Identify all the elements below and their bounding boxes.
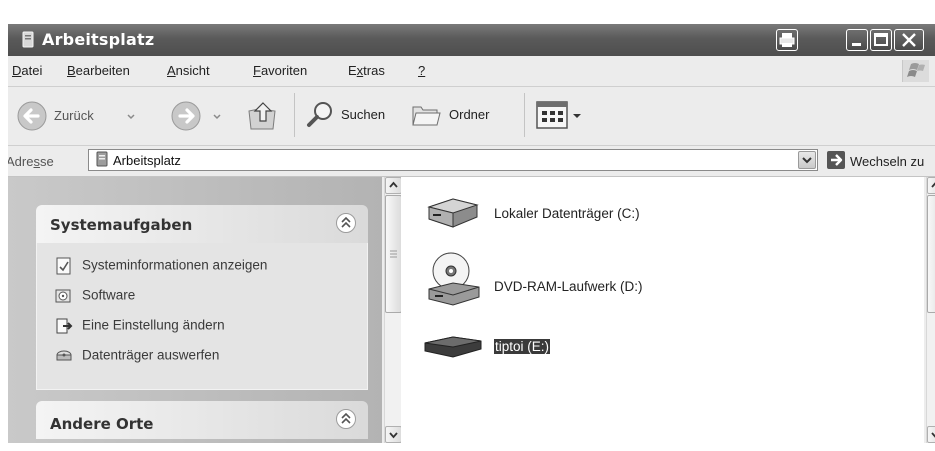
task-change-setting[interactable]: Eine Einstellung ändern <box>55 317 225 335</box>
other-places-header[interactable]: Andere Orte <box>36 401 368 439</box>
toolbar: Zurück Suchen Ordner <box>8 87 935 146</box>
task-eject-media[interactable]: Datenträger auswerfen <box>55 347 219 365</box>
menu-datei[interactable]: Datei <box>12 63 42 78</box>
search-button[interactable]: Suchen <box>305 99 403 131</box>
scroll-up-button[interactable] <box>927 177 935 194</box>
chevron-down-icon <box>389 432 398 439</box>
chevron-down-icon <box>573 114 581 118</box>
maximize-icon <box>874 33 888 46</box>
drive-list: Lokaler Datenträger (C:) DVD-RAM-Laufwer… <box>401 177 924 443</box>
menu-ansicht[interactable]: Ansicht <box>167 63 210 78</box>
chevron-down-icon <box>127 114 135 120</box>
removable-drive-icon <box>424 336 482 358</box>
menu-bar: Datei Bearbeiten Ansicht Favoriten Extra… <box>8 56 935 87</box>
search-label: Suchen <box>341 107 386 122</box>
grip-icon <box>390 250 397 258</box>
folders-icon <box>412 106 441 126</box>
folders-button[interactable]: Ordner <box>410 99 510 131</box>
minimize-icon <box>852 43 861 46</box>
toolbar-separator <box>524 93 525 137</box>
collapse-button[interactable] <box>336 409 356 429</box>
minimize-button[interactable] <box>846 29 868 51</box>
other-places-panel: Andere Orte <box>36 401 368 439</box>
drive-label: Lokaler Datenträger (C:) <box>494 206 640 221</box>
chevron-down-icon <box>213 114 221 120</box>
menu-help[interactable]: ? <box>418 63 425 78</box>
print-button[interactable] <box>776 29 798 51</box>
scroll-thumb[interactable] <box>927 195 935 313</box>
menu-favoriten[interactable]: Favoriten <box>253 63 307 78</box>
eject-icon <box>56 350 72 361</box>
chevron-down-icon <box>802 157 812 164</box>
folder-up-icon <box>248 102 276 130</box>
drive-item[interactable]: DVD-RAM-Laufwerk (D:) <box>423 249 683 307</box>
task-label: Eine Einstellung ändern <box>82 317 225 333</box>
task-pane: Systemaufgaben Systeminformationen anzei… <box>8 177 382 443</box>
drive-label-selected: tiptoi (E:) <box>494 339 551 354</box>
system-tasks-body: Systeminformationen anzeigen Software Ei… <box>36 243 368 390</box>
title-bar[interactable]: Arbeitsplatz <box>8 24 935 56</box>
toolbar-separator <box>294 93 295 137</box>
collapse-chevron-icon <box>341 412 351 424</box>
system-tasks-title: Systemaufgaben <box>50 216 193 234</box>
folders-label: Ordner <box>449 107 490 122</box>
task-label: Systeminformationen anzeigen <box>82 257 268 273</box>
drive-label: DVD-RAM-Laufwerk (D:) <box>494 279 643 294</box>
views-button[interactable] <box>536 101 584 131</box>
system-tasks-header[interactable]: Systemaufgaben <box>36 205 368 243</box>
menu-bearbeiten[interactable]: Bearbeiten <box>67 63 130 78</box>
back-arrow-icon <box>17 101 47 131</box>
my-computer-icon <box>22 31 34 48</box>
settings-change-icon <box>56 318 73 334</box>
address-bar: Adresse Arbeitsplatz Wechseln zu <box>8 146 935 177</box>
window-title: Arbeitsplatz <box>42 30 155 49</box>
task-system-info[interactable]: Systeminformationen anzeigen <box>55 257 267 275</box>
my-computer-icon <box>96 151 108 167</box>
go-button[interactable]: Wechseln zu <box>826 150 935 172</box>
drive-item[interactable]: Lokaler Datenträger (C:) <box>423 193 683 233</box>
dvd-drive-icon <box>428 252 480 306</box>
task-pane-scrollbar[interactable] <box>384 177 402 443</box>
task-label: Software <box>82 287 136 303</box>
hard-disk-icon <box>427 198 479 228</box>
menu-extras[interactable]: Extras <box>348 63 385 78</box>
explorer-window: Arbeitsplatz Datei Bearbeiten Ansicht Fa… <box>8 24 935 443</box>
task-label: Datenträger auswerfen <box>82 347 220 363</box>
address-label: Adresse <box>8 154 54 169</box>
up-folder-button[interactable] <box>245 97 281 133</box>
system-info-icon <box>56 257 71 275</box>
back-label: Zurück <box>54 108 94 123</box>
address-input[interactable]: Arbeitsplatz <box>88 149 818 171</box>
chevron-up-icon <box>389 181 398 188</box>
scroll-thumb[interactable] <box>385 195 402 313</box>
address-dropdown-button[interactable] <box>798 151 816 169</box>
chevron-down-icon <box>931 432 935 438</box>
content-scrollbar[interactable] <box>926 177 935 443</box>
search-icon <box>307 102 332 127</box>
task-software[interactable]: Software <box>55 287 135 305</box>
views-grid-icon <box>536 101 568 129</box>
software-icon <box>55 289 71 303</box>
address-value: Arbeitsplatz <box>113 153 181 168</box>
go-arrow-icon <box>827 151 845 169</box>
maximize-button[interactable] <box>870 29 892 51</box>
close-button[interactable] <box>894 29 924 51</box>
forward-button[interactable] <box>170 100 230 132</box>
drive-item[interactable]: tiptoi (E:) <box>423 327 683 367</box>
chevron-up-icon <box>931 182 935 188</box>
other-places-title: Andere Orte <box>50 415 154 433</box>
go-label: Wechseln zu <box>850 154 925 169</box>
windows-logo-icon <box>902 60 929 82</box>
scroll-up-button[interactable] <box>385 177 402 194</box>
system-tasks-panel: Systemaufgaben Systeminformationen anzei… <box>36 205 368 390</box>
collapse-button[interactable] <box>336 213 356 233</box>
back-button[interactable]: Zurück <box>16 100 156 132</box>
scroll-down-button[interactable] <box>927 426 935 443</box>
forward-arrow-icon <box>171 101 201 131</box>
collapse-chevron-icon <box>341 216 351 228</box>
close-icon <box>902 33 916 47</box>
printer-icon <box>779 33 795 47</box>
scroll-down-button[interactable] <box>385 426 402 443</box>
